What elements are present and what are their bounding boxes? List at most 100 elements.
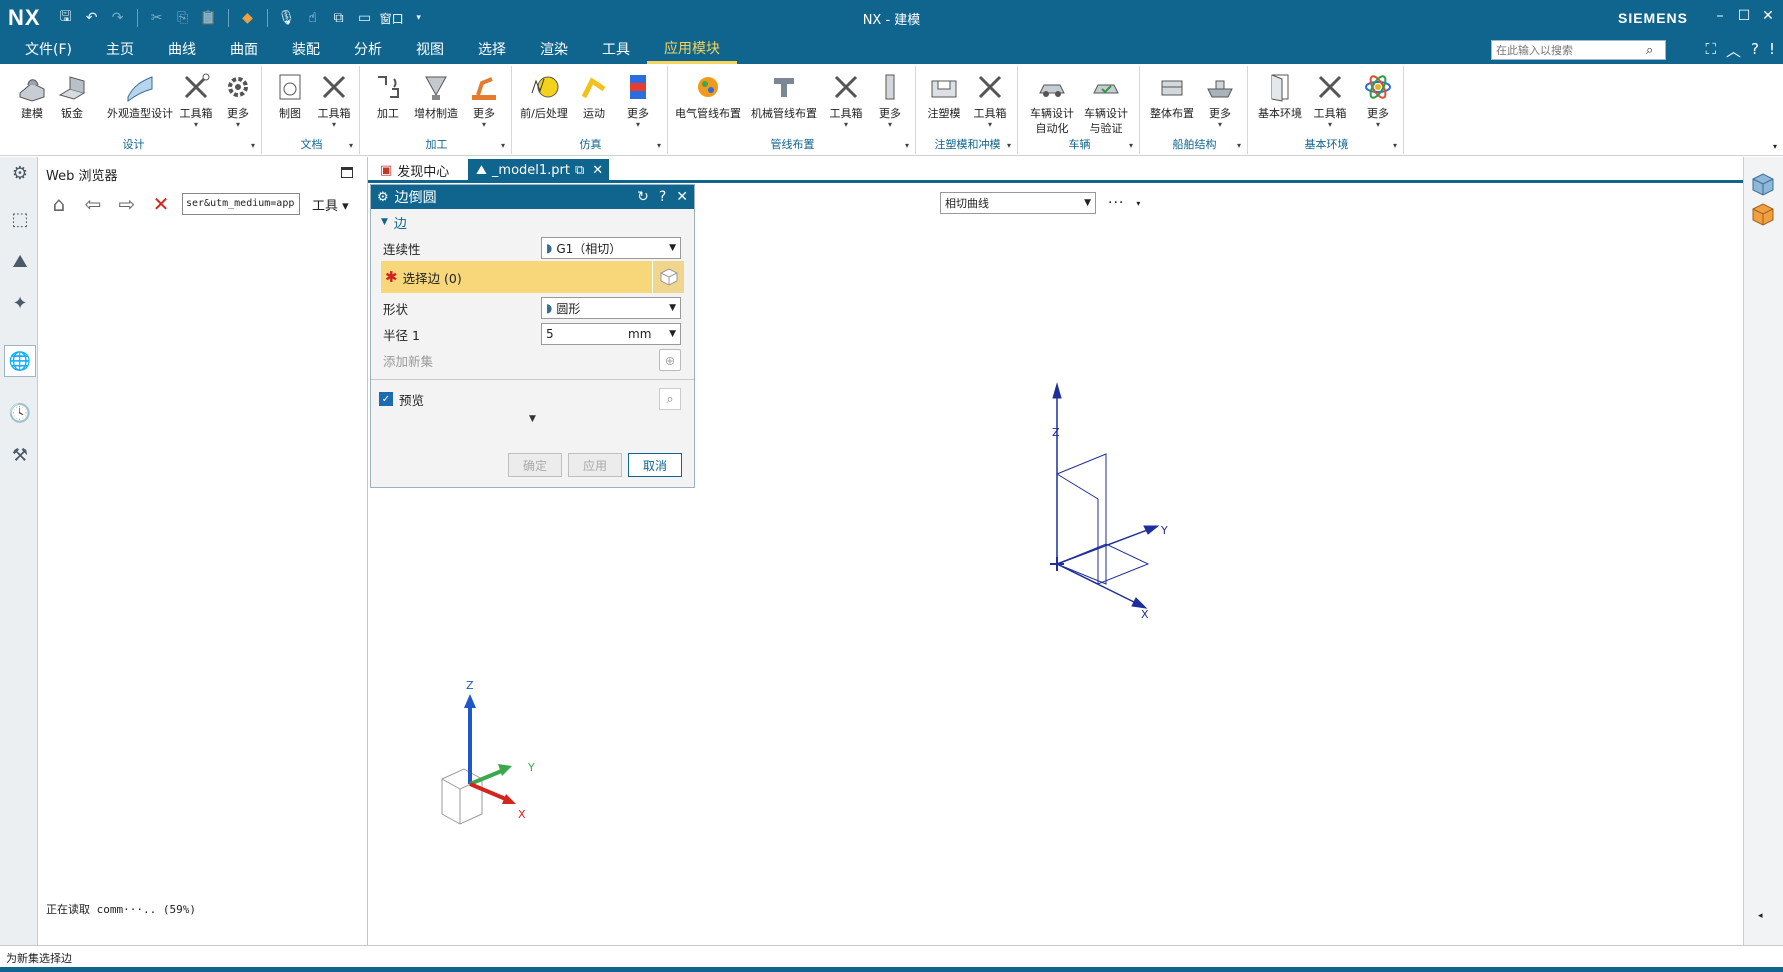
- popout-icon[interactable]: ⧉: [575, 163, 584, 178]
- window-icon[interactable]: ▭: [354, 7, 376, 29]
- mold-button[interactable]: 注塑模: [920, 70, 968, 121]
- stop-icon[interactable]: ✕: [148, 191, 174, 217]
- copy-icon[interactable]: ⎘: [172, 7, 194, 29]
- mechanical-routing-button[interactable]: 机械管线布置: [748, 70, 820, 121]
- electrical-routing-button[interactable]: 电气管线布置: [672, 70, 744, 121]
- touch-mode-icon[interactable]: ☝: [302, 7, 324, 29]
- simulation-more-button[interactable]: 更多 ▾: [614, 70, 662, 129]
- group-expand-icon[interactable]: ▾: [657, 141, 661, 150]
- part-navigator-icon[interactable]: ⛰: [8, 249, 32, 273]
- gateway-button[interactable]: 基本环境: [1254, 70, 1306, 121]
- menu-analysis[interactable]: 分析: [337, 36, 399, 64]
- gateway-more-button[interactable]: 更多 ▾: [1354, 70, 1402, 129]
- gear-icon[interactable]: ⚙: [377, 190, 389, 205]
- material-palette-icon[interactable]: [1750, 201, 1776, 227]
- cancel-button[interactable]: 取消: [628, 453, 682, 477]
- section-edge[interactable]: ▼ 边: [371, 209, 694, 235]
- close-icon[interactable]: ✕: [1759, 6, 1777, 26]
- menu-select[interactable]: 选择: [461, 36, 523, 64]
- more-options-button[interactable]: ···: [1108, 195, 1124, 211]
- mold-toolbox-button[interactable]: 工具箱 ▾: [966, 70, 1014, 129]
- group-expand-icon[interactable]: ▾: [501, 141, 505, 150]
- ship-more-button[interactable]: 更多 ▾: [1196, 70, 1244, 129]
- preview-checkbox[interactable]: ✓: [379, 392, 393, 406]
- machining-button[interactable]: 加工: [364, 70, 412, 121]
- minimize-icon[interactable]: –: [1711, 6, 1729, 26]
- command-search[interactable]: ⌕: [1491, 40, 1666, 60]
- tools-menu[interactable]: 工具 ▾: [312, 195, 349, 214]
- render-cube-icon[interactable]: ◆: [237, 7, 259, 29]
- scroll-left-icon[interactable]: ◂: [1758, 911, 1763, 921]
- menu-render[interactable]: 渲染: [523, 36, 585, 64]
- apply-button[interactable]: 应用: [568, 453, 622, 477]
- help-icon[interactable]: ?: [1751, 40, 1759, 61]
- shape-studio-button[interactable]: 外观造型设计: [102, 70, 178, 121]
- settings-icon[interactable]: ⚙: [8, 161, 32, 185]
- ribbon-options-icon[interactable]: ▾: [1773, 142, 1777, 151]
- menu-curve[interactable]: 曲线: [151, 36, 213, 64]
- maximize-icon[interactable]: ☐: [1735, 6, 1753, 26]
- curve-rule-dropdown[interactable]: 相切曲线 ▼: [940, 192, 1096, 214]
- roles-icon[interactable]: ⚒: [8, 443, 32, 467]
- paste-icon[interactable]: 📋: [198, 7, 220, 29]
- document-toolbox-button[interactable]: 工具箱 ▾: [310, 70, 358, 129]
- switch-window-icon[interactable]: ⧉: [328, 7, 350, 29]
- close-icon[interactable]: ✕: [676, 189, 688, 205]
- menu-surface[interactable]: 曲面: [213, 36, 275, 64]
- window-menu[interactable]: 窗口: [380, 10, 404, 27]
- pre-post-button[interactable]: 前/后处理: [516, 70, 572, 121]
- preview-magnifier-icon[interactable]: ⌕: [659, 388, 681, 410]
- motion-button[interactable]: 运动: [570, 70, 618, 121]
- chevron-down-icon[interactable]: ▾: [1136, 199, 1140, 208]
- redo-icon[interactable]: ↷: [107, 7, 129, 29]
- menu-home[interactable]: 主页: [89, 36, 151, 64]
- reset-icon[interactable]: ↻: [637, 189, 649, 205]
- url-field[interactable]: ser&utm_medium=app: [182, 193, 300, 215]
- vehicle-design-validation-button[interactable]: 车辆设计与验证: [1080, 70, 1132, 136]
- web-browser-icon[interactable]: 🌐: [4, 345, 36, 377]
- menu-assembly[interactable]: 装配: [275, 36, 337, 64]
- customize-dropdown-icon[interactable]: ▾: [408, 7, 430, 29]
- gateway-toolbox-button[interactable]: 工具箱 ▾: [1306, 70, 1354, 129]
- help-icon[interactable]: ?: [659, 189, 666, 205]
- additive-manufacturing-button[interactable]: 增材制造: [412, 70, 460, 121]
- ok-button[interactable]: 确定: [508, 453, 562, 477]
- edge-select-cube-icon[interactable]: [652, 261, 684, 293]
- group-expand-icon[interactable]: ▾: [905, 141, 909, 150]
- select-edge-row[interactable]: ✱ 选择边 (0): [381, 261, 684, 293]
- search-icon[interactable]: ⌕: [1646, 43, 1653, 58]
- menu-view[interactable]: 视图: [399, 36, 461, 64]
- continuity-dropdown[interactable]: ◗ G1（相切） ▼: [541, 237, 681, 259]
- collapse-ribbon-icon[interactable]: ︿: [1726, 40, 1741, 61]
- cut-icon[interactable]: ✂: [146, 7, 168, 29]
- general-arrangement-button[interactable]: 整体布置: [1148, 70, 1196, 121]
- group-expand-icon[interactable]: ▾: [1129, 141, 1133, 150]
- drafting-button[interactable]: 制图: [266, 70, 314, 121]
- view-cube-icon[interactable]: [1750, 171, 1776, 197]
- radius-input[interactable]: 5 mm ▼: [541, 323, 681, 345]
- group-expand-icon[interactable]: ▾: [1237, 141, 1241, 150]
- design-toolbox-button[interactable]: 工具箱 ▾: [172, 70, 220, 129]
- home-icon[interactable]: ⌂: [46, 191, 72, 217]
- back-icon[interactable]: ⇦: [80, 191, 106, 217]
- design-more-button[interactable]: 更多 ▾: [214, 70, 262, 129]
- sheet-metal-button[interactable]: 钣金: [48, 70, 96, 121]
- alert-icon[interactable]: !: [1769, 40, 1775, 61]
- shape-dropdown[interactable]: ◗ 圆形 ▼: [541, 297, 681, 319]
- history-icon[interactable]: 🕓: [8, 401, 32, 425]
- group-expand-icon[interactable]: ▾: [1007, 141, 1011, 150]
- maximize-panel-icon[interactable]: [341, 167, 353, 178]
- tab-model1[interactable]: ⛰ _model1.prt ⧉ ✕: [468, 159, 610, 181]
- undo-icon[interactable]: ↶: [81, 7, 103, 29]
- group-expand-icon[interactable]: ▾: [251, 141, 255, 150]
- tab-discovery-center[interactable]: ▣ 发现中心: [372, 159, 457, 181]
- menu-tools[interactable]: 工具: [585, 36, 647, 64]
- reuse-library-icon[interactable]: ✦: [8, 291, 32, 315]
- routing-toolbox-button[interactable]: 工具箱 ▾: [822, 70, 870, 129]
- search-input[interactable]: [1496, 43, 1646, 57]
- forward-icon[interactable]: ⇨: [114, 191, 140, 217]
- vehicle-design-automation-button[interactable]: 车辆设计自动化: [1026, 70, 1078, 136]
- routing-more-button[interactable]: 更多 ▾: [866, 70, 914, 129]
- add-set-icon[interactable]: ⊕: [659, 349, 681, 371]
- expand-dialog-icon[interactable]: ▼: [371, 414, 694, 424]
